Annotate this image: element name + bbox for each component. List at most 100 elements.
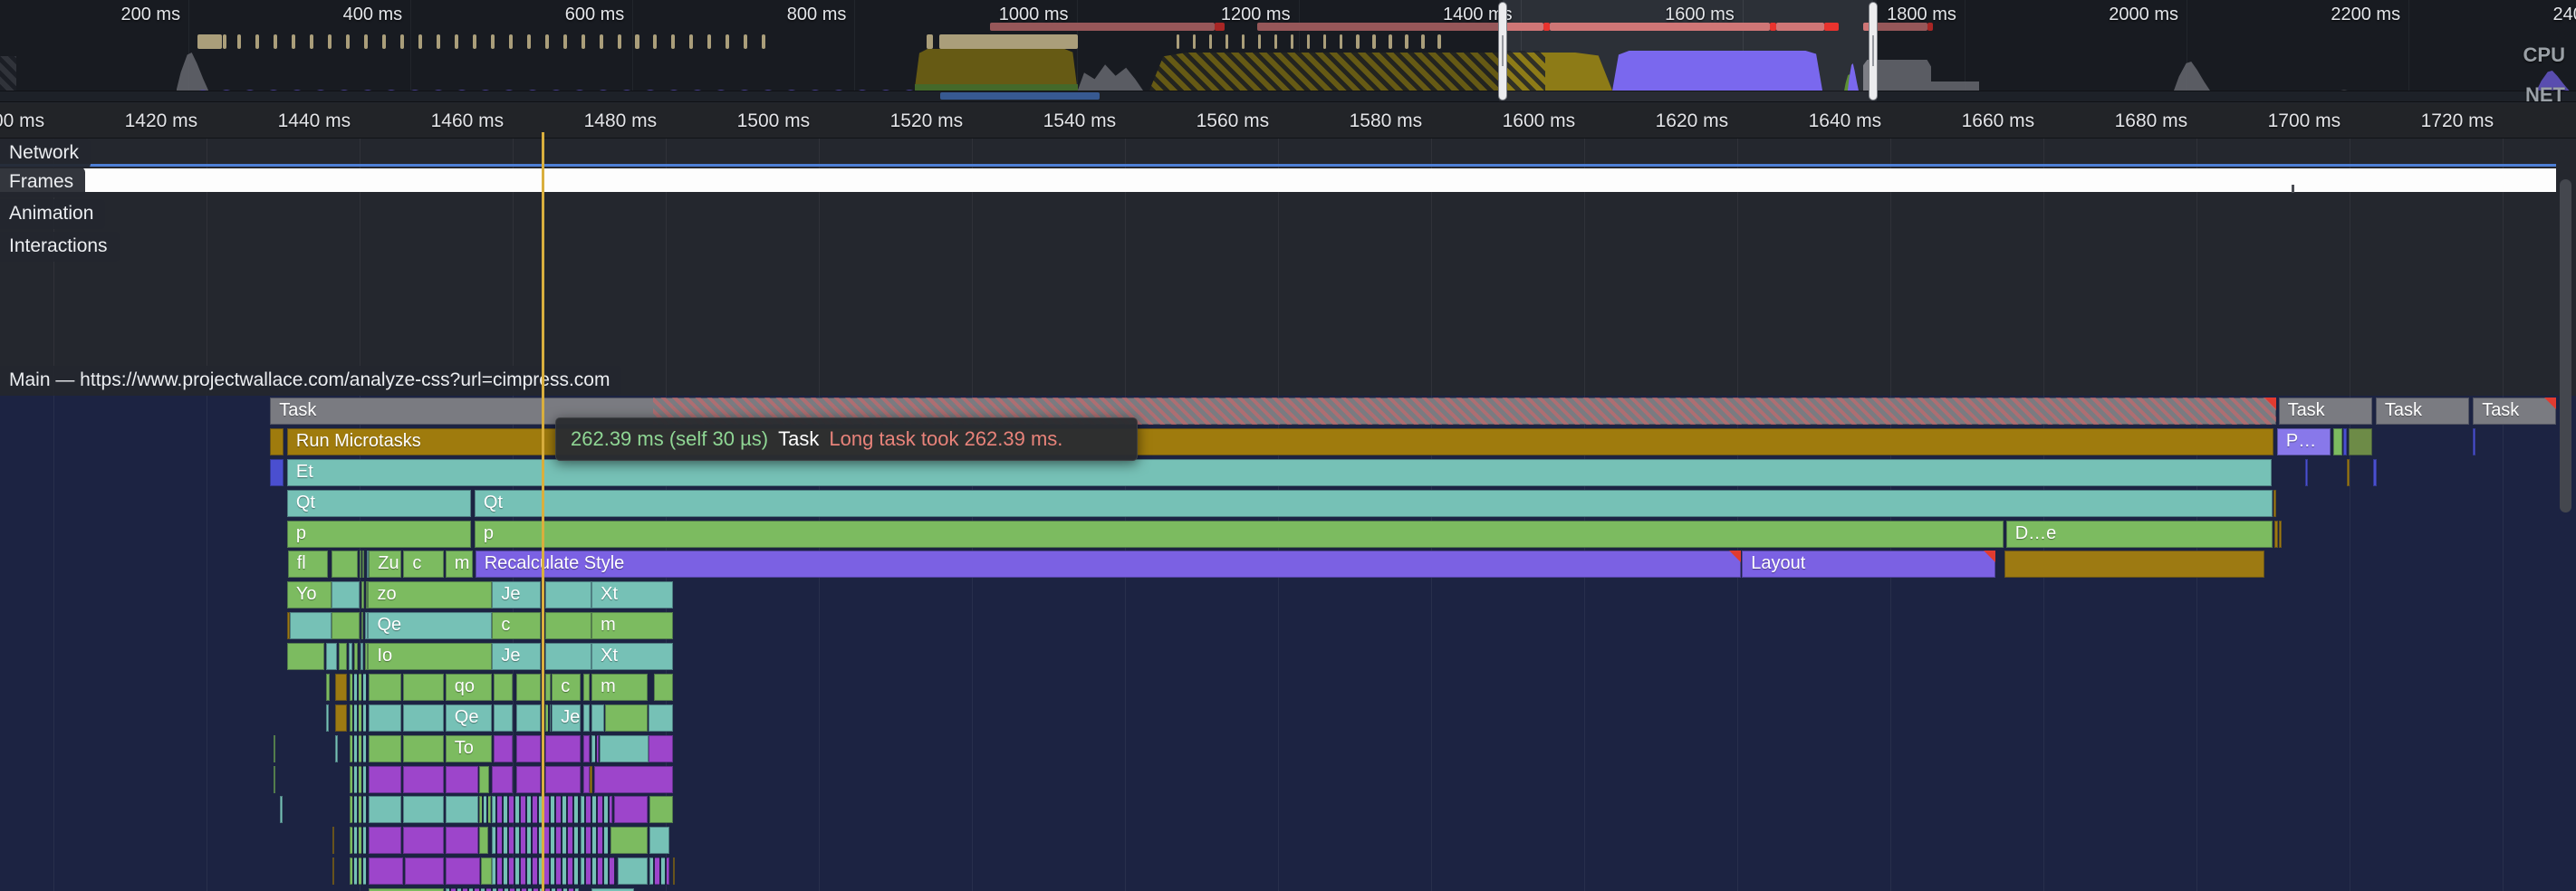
flame-segment-m[interactable]: m <box>591 612 673 639</box>
track-label-frames[interactable]: Frames <box>0 168 85 197</box>
flame-segment[interactable] <box>274 766 276 793</box>
flame-segment[interactable] <box>335 674 347 701</box>
flame-segment[interactable] <box>350 766 367 793</box>
flame-segment[interactable] <box>361 612 364 639</box>
flame-segment[interactable] <box>365 643 368 670</box>
flame-segment[interactable] <box>350 704 367 732</box>
flame-segment[interactable] <box>492 766 513 793</box>
flame-segment[interactable] <box>332 612 360 639</box>
flame-segment[interactable] <box>403 796 444 823</box>
flame-segment[interactable] <box>332 827 334 854</box>
flame-segment-c[interactable]: c <box>492 612 540 639</box>
flame-segment[interactable] <box>369 796 400 823</box>
flame-segment[interactable] <box>479 766 489 793</box>
flame-segment-p[interactable]: p <box>475 521 2004 548</box>
flame-segment[interactable] <box>369 674 400 701</box>
flame-segment[interactable] <box>516 704 541 732</box>
frame-bar[interactable] <box>0 168 2556 192</box>
flame-segment[interactable] <box>369 827 400 854</box>
flame-segment[interactable] <box>583 704 590 732</box>
flame-segment[interactable] <box>654 674 673 701</box>
flame-segment[interactable] <box>2347 459 2350 486</box>
flame-segment-zo[interactable]: zo <box>368 581 492 608</box>
flame-segment[interactable] <box>545 766 582 793</box>
flame-segment[interactable] <box>274 735 276 762</box>
track-label-network[interactable]: Network <box>0 139 91 168</box>
timeline-overview[interactable]: 200 ms400 ms600 ms800 ms1000 ms1200 ms14… <box>0 0 2576 102</box>
flame-segment[interactable] <box>332 551 359 578</box>
flame-segment[interactable] <box>290 612 332 639</box>
flame-segment[interactable] <box>594 766 673 793</box>
flame-segment[interactable] <box>2333 428 2342 455</box>
flame-segment-qe[interactable]: Qe <box>446 704 493 732</box>
flame-segment-p-[interactable]: P… <box>2277 428 2331 455</box>
flame-segment[interactable] <box>446 796 478 823</box>
flame-segment-qt[interactable]: Qt <box>287 490 471 517</box>
flame-segment[interactable] <box>335 704 347 732</box>
flame-segment[interactable] <box>545 581 591 608</box>
flame-segment[interactable] <box>339 643 346 670</box>
flame-segment[interactable] <box>649 827 670 854</box>
flame-segment[interactable] <box>287 643 324 670</box>
flame-segment[interactable] <box>2305 459 2308 486</box>
flame-segment[interactable] <box>481 857 493 885</box>
track-label-interactions[interactable]: Interactions <box>0 232 120 262</box>
flame-segment[interactable] <box>618 857 648 885</box>
overview-window-right-handle[interactable] <box>1869 2 1878 101</box>
flame-segment[interactable] <box>369 857 403 885</box>
flame-segment[interactable] <box>326 643 337 670</box>
flame-segment-fl[interactable]: fl <box>288 551 328 578</box>
flame-segment[interactable] <box>492 857 578 885</box>
flame-segment[interactable] <box>403 674 444 701</box>
flame-segment[interactable] <box>332 581 360 608</box>
flame-segment[interactable] <box>591 704 604 732</box>
flame-segment[interactable] <box>270 459 284 486</box>
flame-segment-d-e[interactable]: D…e <box>2006 521 2273 548</box>
flame-segment-je[interactable]: Je <box>492 643 540 670</box>
flame-segment[interactable] <box>2373 459 2376 486</box>
flame-segment[interactable] <box>492 827 578 854</box>
flame-segment[interactable] <box>494 704 513 732</box>
timeline-pane[interactable]: Network Frames Animation Interactions Ma… <box>0 139 2576 891</box>
flame-segment-task[interactable]: Task <box>2376 398 2469 425</box>
flame-segment[interactable] <box>350 857 367 885</box>
flame-segment[interactable] <box>590 766 592 793</box>
flame-segment[interactable] <box>2004 551 2264 578</box>
flame-segment[interactable] <box>350 674 367 701</box>
flame-segment[interactable] <box>2343 428 2347 455</box>
flame-segment-task[interactable]: Task <box>2279 398 2373 425</box>
flame-segment[interactable] <box>332 857 334 885</box>
flame-segment[interactable] <box>365 612 368 639</box>
flame-segment[interactable] <box>649 796 673 823</box>
overview-window-left-handle[interactable] <box>1498 2 1507 101</box>
flame-segment[interactable] <box>649 704 673 732</box>
flame-segment-task[interactable]: Task <box>2473 398 2556 425</box>
flame-segment[interactable] <box>581 796 612 823</box>
flame-segment[interactable] <box>403 766 444 793</box>
flame-segment-yo[interactable]: Yo <box>287 581 332 608</box>
flame-segment[interactable] <box>2273 490 2276 517</box>
flame-segment-qo[interactable]: qo <box>446 674 493 701</box>
flame-segment[interactable] <box>516 674 541 701</box>
flame-segment[interactable] <box>350 827 367 854</box>
flame-segment[interactable] <box>335 735 338 762</box>
flame-segment[interactable] <box>369 735 400 762</box>
flame-segment[interactable] <box>494 674 513 701</box>
flame-segment-m[interactable]: m <box>446 551 473 578</box>
flame-segment[interactable] <box>403 827 444 854</box>
flame-segment[interactable] <box>545 612 591 639</box>
flame-segment-m[interactable]: m <box>591 674 648 701</box>
flame-segment[interactable] <box>280 796 283 823</box>
flame-segment[interactable] <box>350 796 367 823</box>
vertical-scrollbar-thumb[interactable] <box>2560 179 2571 513</box>
flame-segment-c[interactable]: c <box>552 674 581 701</box>
flame-segment[interactable] <box>446 827 478 854</box>
track-label-main-thread[interactable]: Main — https://www.projectwallace.com/an… <box>0 366 621 396</box>
flame-segment-io[interactable]: Io <box>368 643 492 670</box>
flame-segment[interactable] <box>403 704 444 732</box>
flame-segment[interactable] <box>369 766 400 793</box>
flame-segment-recalculate-style[interactable]: Recalculate Style <box>476 551 1742 578</box>
flame-segment[interactable] <box>446 857 480 885</box>
flame-segment[interactable] <box>403 735 444 762</box>
flame-segment[interactable] <box>326 704 329 732</box>
